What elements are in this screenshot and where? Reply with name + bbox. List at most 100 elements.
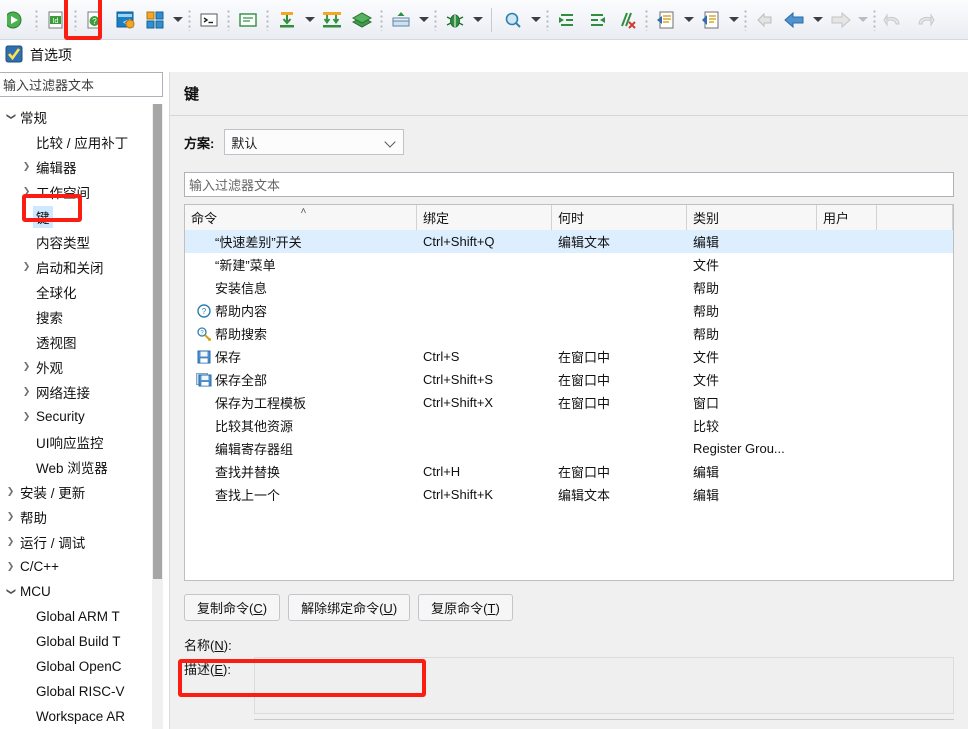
table-row[interactable]: 安装信息 帮助 [185, 276, 953, 299]
back-to-file-icon[interactable] [697, 6, 725, 34]
page-heading: 键 [184, 86, 200, 103]
table-row[interactable]: “新建”菜单 文件 [185, 253, 953, 276]
chevron-right-icon[interactable] [20, 361, 33, 372]
chevron-down-icon[interactable] [4, 111, 17, 122]
sidebar-item-23[interactable]: Global RISC-V [0, 679, 152, 704]
chevron-right-icon[interactable] [20, 261, 33, 272]
table-row[interactable]: 比较其他资源 比较 [185, 414, 953, 437]
sidebar-item-14[interactable]: Web 浏览器 [0, 454, 152, 479]
sidebar-scrollbar-thumb[interactable] [153, 104, 162, 579]
scheme-select[interactable]: 默认 [224, 129, 405, 155]
download-flash-icon[interactable] [273, 6, 301, 34]
table-row[interactable]: 保存 Ctrl+S 在窗口中 文件 [185, 345, 953, 368]
chevron-down-icon[interactable] [726, 6, 741, 34]
bindings-filter-input[interactable]: 输入过滤器文本 [184, 172, 954, 197]
sidebar-item-20[interactable]: Global ARM T [0, 604, 152, 629]
description-textarea[interactable] [254, 657, 954, 714]
sidebar-item-4[interactable]: 键 [0, 204, 152, 229]
build-project-icon[interactable]: </> [111, 6, 139, 34]
column-header-when[interactable]: 何时 [552, 205, 687, 230]
chevron-down-icon[interactable] [810, 6, 825, 34]
cell-when [552, 276, 687, 299]
sidebar-item-24[interactable]: Workspace AR [0, 704, 152, 729]
open-terminal-icon[interactable] [195, 6, 223, 34]
sidebar-scrollbar[interactable] [152, 104, 163, 729]
chevron-right-icon[interactable] [4, 511, 17, 522]
table-body[interactable]: “快速差别”开关 Ctrl+Shift+Q 编辑文本 编辑 “新建”菜单 文件 安装信息 帮助… [185, 230, 953, 580]
chevron-right-icon[interactable] [4, 486, 17, 497]
restore-command-button[interactable]: 复原命令(T) [418, 594, 513, 621]
import-archive-icon[interactable] [387, 6, 415, 34]
last-edit-location-icon[interactable] [652, 6, 680, 34]
chevron-down-icon[interactable] [170, 6, 185, 34]
sidebar-item-22[interactable]: Global OpenC [0, 654, 152, 679]
table-row[interactable]: ? 帮助内容 帮助 [185, 299, 953, 322]
sidebar-item-8[interactable]: 搜索 [0, 304, 152, 329]
debug-bug-icon[interactable] [441, 6, 469, 34]
table-row[interactable]: “快速差别”开关 Ctrl+Shift+Q 编辑文本 编辑 [185, 230, 953, 253]
unbind-command-button[interactable]: 解除绑定命令(U) [288, 594, 411, 621]
download-all-icon[interactable] [318, 6, 346, 34]
chevron-down-icon[interactable] [681, 6, 696, 34]
save-all-icon [195, 372, 213, 387]
chevron-down-icon[interactable] [470, 6, 485, 34]
search-icon[interactable] [499, 6, 527, 34]
sidebar-filter-input[interactable]: 输入过滤器文本 [0, 72, 163, 97]
table-row[interactable]: 编辑寄存器组 Register Grou... [185, 437, 953, 460]
chevron-down-icon[interactable] [528, 6, 543, 34]
chevron-right-icon[interactable] [4, 536, 17, 547]
chevron-right-icon[interactable] [4, 561, 17, 572]
sidebar-item-0[interactable]: 常规 [0, 104, 152, 129]
category-value: 窗口 [693, 396, 720, 411]
preferences-tree[interactable]: 常规比较 / 应用补丁编辑器工作空间键内容类型启动和关闭全球化搜索透视图外观网络… [0, 104, 152, 729]
sidebar-item-12[interactable]: Security [0, 404, 152, 429]
table-row[interactable]: 保存为工程模板 Ctrl+Shift+X 在窗口中 窗口 [185, 391, 953, 414]
chevron-right-icon[interactable] [20, 186, 33, 197]
sidebar-item-7[interactable]: 全球化 [0, 279, 152, 304]
next-annotation-icon[interactable] [553, 6, 581, 34]
sidebar-item-11[interactable]: 网络连接 [0, 379, 152, 404]
chevron-right-icon[interactable] [20, 411, 33, 422]
sidebar-item-13[interactable]: UI响应监控 [0, 429, 152, 454]
sidebar-item-5[interactable]: 内容类型 [0, 229, 152, 254]
cell-binding [417, 276, 552, 299]
svg-text:Id: Id [53, 18, 59, 25]
manage-configurations-icon[interactable] [141, 6, 169, 34]
table-row[interactable]: 保存全部 Ctrl+Shift+S 在窗口中 文件 [185, 368, 953, 391]
sidebar-item-15[interactable]: 安装 / 更新 [0, 479, 152, 504]
column-header-binding[interactable]: 绑定 [417, 205, 552, 230]
cell-when: 在窗口中 [552, 368, 687, 391]
new-id-file-icon[interactable]: Id [42, 6, 70, 34]
key-bindings-table[interactable]: 命令 ˄ 绑定 何时 类别 用户 “快速差别”开关 Ctrl+Shift+Q 编辑文本 编辑 “新… [184, 204, 954, 581]
chevron-right-icon[interactable] [20, 386, 33, 397]
sidebar-item-9[interactable]: 透视图 [0, 329, 152, 354]
sidebar-item-3[interactable]: 工作空间 [0, 179, 152, 204]
column-header-user[interactable]: 用户 [817, 205, 877, 230]
back-icon[interactable] [781, 6, 809, 34]
sidebar-item-17[interactable]: 运行 / 调试 [0, 529, 152, 554]
open-console-icon[interactable] [234, 6, 262, 34]
chevron-down-icon[interactable] [302, 6, 317, 34]
table-row[interactable]: ? 帮助搜索 帮助 [185, 322, 953, 345]
chevron-down-icon[interactable] [4, 586, 17, 597]
copy-command-button[interactable]: 复制命令(C) [184, 594, 281, 621]
previous-annotation-icon[interactable] [583, 6, 611, 34]
column-header-category[interactable]: 类别 [687, 205, 817, 230]
table-row[interactable]: 查找并替换 Ctrl+H 在窗口中 编辑 [185, 460, 953, 483]
sidebar-item-18[interactable]: C/C++ [0, 554, 152, 579]
chevron-right-icon[interactable] [20, 161, 33, 172]
sidebar-item-19[interactable]: MCU [0, 579, 152, 604]
column-header-command[interactable]: 命令 ˄ [185, 205, 417, 230]
sidebar-item-2[interactable]: 编辑器 [0, 154, 152, 179]
run-icon[interactable] [3, 6, 31, 34]
table-row[interactable]: 查找上一个 Ctrl+Shift+K 编辑文本 编辑 [185, 483, 953, 506]
sidebar-item-10[interactable]: 外观 [0, 354, 152, 379]
library-books-icon[interactable] [348, 6, 376, 34]
chevron-down-icon[interactable] [416, 6, 431, 34]
remove-annotations-icon[interactable] [613, 6, 641, 34]
sidebar-item-21[interactable]: Global Build T [0, 629, 152, 654]
sidebar-item-6[interactable]: 启动和关闭 [0, 254, 152, 279]
sidebar-item-16[interactable]: 帮助 [0, 504, 152, 529]
sidebar-item-1[interactable]: 比较 / 应用补丁 [0, 129, 152, 154]
new-help-file-icon[interactable]: ? [81, 6, 109, 34]
